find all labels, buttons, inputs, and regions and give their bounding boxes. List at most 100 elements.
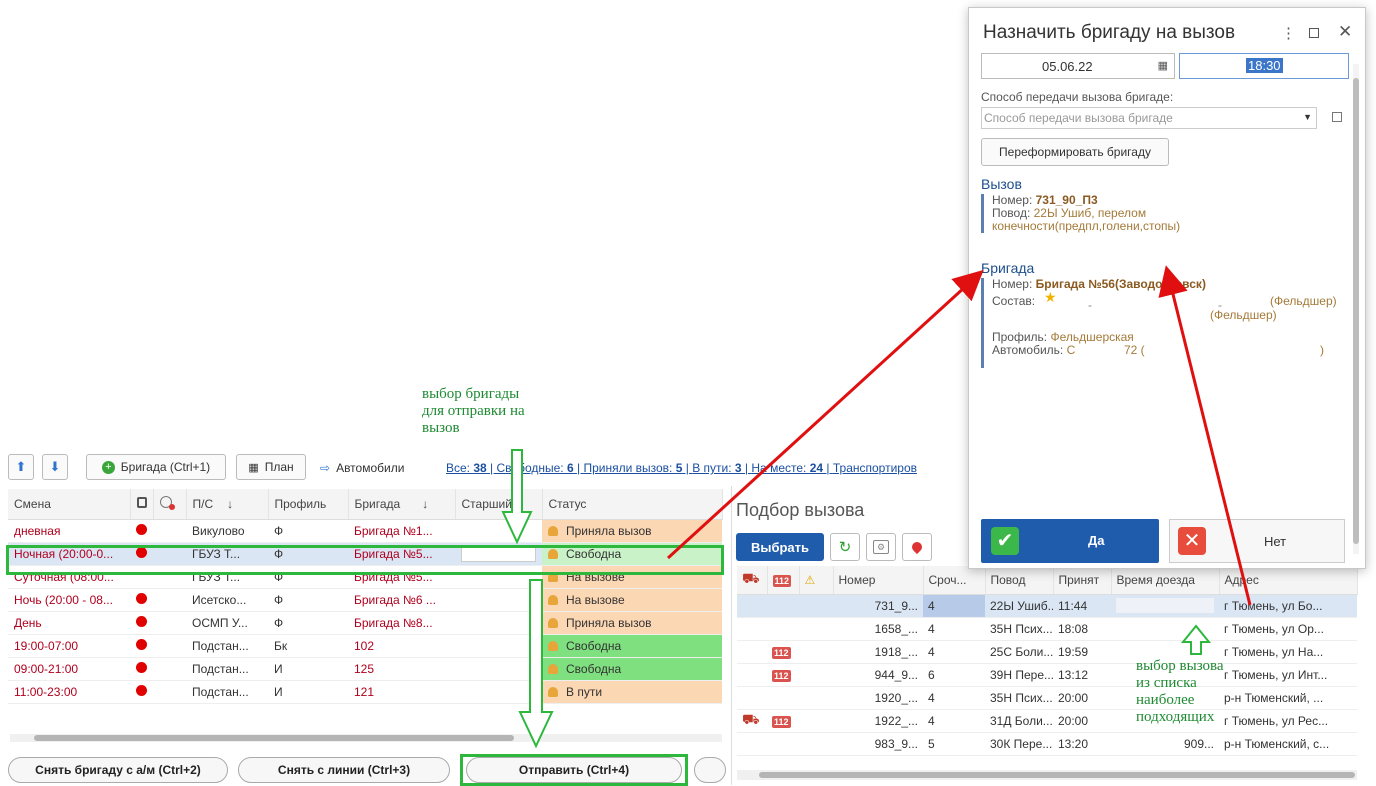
add-brigade-button[interactable]: + Бригада (Ctrl+1) bbox=[86, 454, 226, 480]
settings-button[interactable]: ⚙ bbox=[866, 533, 896, 561]
table-row[interactable]: 11:00-23:00 Подстан... И 121 В пути bbox=[8, 680, 722, 704]
calendar-icon[interactable]: ▦ bbox=[1158, 59, 1168, 72]
remove-from-car-button[interactable]: Снять бригаду с а/м (Ctrl+2) bbox=[8, 757, 228, 783]
dialog-scrollbar-thumb[interactable] bbox=[1353, 78, 1359, 544]
warning-cell bbox=[799, 594, 833, 618]
refresh-icon: ↻ bbox=[838, 539, 852, 556]
remove-from-line-button[interactable]: Снять с линии (Ctrl+3) bbox=[238, 757, 450, 783]
brigade-info: Номер: Бригада №56(Заводоуковск) Состав:… bbox=[981, 278, 1348, 368]
move-down-button[interactable]: ⬇ bbox=[42, 454, 68, 480]
star-icon: ★ bbox=[1044, 289, 1057, 305]
call-row[interactable]: ⛟ 112 1922_... 4 31Д Боли... 20:00 г Тюмень, у… bbox=[737, 709, 1357, 733]
brigade-section-title: Бригада bbox=[981, 260, 1035, 276]
date-field[interactable]: 05.06.22 ▦ bbox=[981, 53, 1175, 79]
col-senior[interactable]: Старший bbox=[455, 489, 543, 520]
plan-button[interactable]: ▦ План bbox=[236, 454, 306, 480]
shift-cell: 11:00-23:00 bbox=[8, 680, 130, 704]
urgency-cell: 6 bbox=[923, 663, 985, 687]
profile-cell: Ф bbox=[268, 519, 348, 543]
main-scrollbar[interactable] bbox=[10, 734, 722, 742]
col-warning[interactable]: ⚠ bbox=[799, 566, 834, 595]
status-cell: Приняла вызов bbox=[542, 519, 722, 543]
urgency-cell: 4 bbox=[923, 640, 985, 664]
call-row[interactable]: 112 944_9... 6 39Н Пере... 13:12 г Тюмень, ул… bbox=[737, 663, 1357, 687]
no-button[interactable]: ✕ Нет bbox=[1169, 519, 1345, 563]
call-row[interactable]: 983_9... 5 30К Пере... 13:20 909... р-н Тюмен… bbox=[737, 732, 1357, 756]
col-profile[interactable]: Профиль bbox=[268, 489, 349, 520]
col-112[interactable]: 112 bbox=[767, 566, 800, 595]
main-scrollbar-thumb[interactable] bbox=[34, 735, 514, 741]
alarm-cell bbox=[153, 519, 186, 543]
dialog-close-button[interactable]: ✕ bbox=[1338, 22, 1352, 42]
filter-all[interactable]: Все: 38 bbox=[446, 461, 487, 475]
col-device[interactable] bbox=[130, 489, 154, 520]
col-reason[interactable]: Повод bbox=[985, 566, 1054, 595]
filter-on-way[interactable]: В пути: 3 bbox=[692, 461, 741, 475]
urgency-cell: 4 bbox=[923, 709, 985, 733]
accepted-cell: 18:08 bbox=[1053, 617, 1111, 641]
calls-scrollbar[interactable] bbox=[737, 770, 1357, 780]
map-button[interactable] bbox=[902, 533, 932, 561]
tractor-cell bbox=[737, 686, 767, 710]
dialog-scrollbar[interactable] bbox=[1353, 64, 1359, 554]
move-up-button[interactable]: ⬆ bbox=[8, 454, 34, 480]
tractor-cell bbox=[737, 640, 767, 664]
filter-free[interactable]: Свободные: 6 bbox=[497, 461, 574, 475]
cars-button[interactable]: ⇨ Автомобили bbox=[320, 461, 404, 475]
table-row[interactable]: Ночь (20:00 - 08... Исетско... Ф Бригада №6… bbox=[8, 588, 722, 612]
col-accepted[interactable]: Принят bbox=[1053, 566, 1112, 595]
tractor-cell bbox=[737, 732, 767, 756]
filter-transport[interactable]: Транспортиров bbox=[833, 461, 917, 475]
col-urgency[interactable]: Сроч... bbox=[923, 566, 986, 595]
call-row[interactable]: 112 1918_... 4 25С Боли... 19:59 г Тюмень, ул… bbox=[737, 640, 1357, 664]
warning-cell bbox=[799, 640, 833, 664]
yes-button[interactable]: ✔ Да bbox=[981, 519, 1159, 563]
col-tractor[interactable]: ⛟ bbox=[737, 566, 768, 595]
col-number[interactable]: Номер bbox=[833, 566, 924, 595]
tractor-icon: ⛟ bbox=[742, 711, 760, 727]
time-field[interactable]: 18:30 bbox=[1179, 53, 1349, 79]
calls-scrollbar-thumb[interactable] bbox=[759, 772, 1355, 778]
accepted-cell: 19:59 bbox=[1053, 640, 1111, 664]
call-row[interactable]: 1920_... 4 35Н Псих... 20:00 р-н Тюменский, … bbox=[737, 686, 1357, 710]
col-travel-time[interactable]: Время доезда bbox=[1111, 566, 1220, 595]
col-shift[interactable]: Смена bbox=[8, 489, 131, 520]
more-button[interactable] bbox=[694, 757, 726, 783]
table-row[interactable]: 09:00-21:00 Подстан... И 125 Свободна bbox=[8, 657, 722, 681]
table-row[interactable]: дневная Викулово Ф Бригада №1... Приняла выз… bbox=[8, 519, 722, 543]
refresh-button[interactable]: ↻ bbox=[830, 533, 860, 561]
address-cell: г Тюмень, ул Ор... bbox=[1219, 617, 1357, 641]
warning-cell bbox=[799, 732, 833, 756]
select-call-button[interactable]: Выбрать bbox=[736, 533, 824, 561]
tractor-cell bbox=[737, 663, 767, 687]
filter-on-site[interactable]: На месте: 24 bbox=[751, 461, 823, 475]
col-status[interactable]: Статус bbox=[542, 489, 723, 520]
device-cell bbox=[130, 680, 153, 704]
col-address[interactable]: Адрес bbox=[1219, 566, 1358, 595]
col-ps[interactable]: П/С ↓ bbox=[186, 489, 269, 520]
dialog-maximize-button[interactable] bbox=[1309, 28, 1319, 38]
table-row[interactable]: День ОСМП У... Ф Бригада №8... Приняла вызов bbox=[8, 611, 722, 635]
senior-cell bbox=[455, 519, 542, 543]
chevron-down-icon[interactable]: ▼ bbox=[1303, 112, 1312, 122]
call-row[interactable]: 731_9... 4 22Ы Ушиб... 11:44 г Тюмень, ул Бо… bbox=[737, 594, 1357, 618]
number-cell: 1918_... bbox=[833, 640, 923, 664]
col-alarm[interactable] bbox=[153, 489, 187, 520]
method-label: Способ передачи вызова бригаде: bbox=[981, 90, 1174, 104]
profile-cell: Бк bbox=[268, 634, 348, 658]
filter-accepted[interactable]: Приняли вызов: 5 bbox=[583, 461, 682, 475]
warning-cell bbox=[799, 686, 833, 710]
brigade-choice-annotation: выбор бригады для отправки на вызов bbox=[422, 386, 525, 436]
dialog-menu-button[interactable]: ⋮ bbox=[1281, 24, 1296, 42]
open-window-icon[interactable] bbox=[1332, 112, 1342, 122]
number-cell: 1920_... bbox=[833, 686, 923, 710]
table-row[interactable]: 19:00-07:00 Подстан... Бк 102 Свободна bbox=[8, 634, 722, 658]
method-select[interactable]: Способ передачи вызова бригаде ▼ bbox=[981, 107, 1317, 129]
person-icon bbox=[548, 525, 558, 536]
col-brigade[interactable]: Бригада ↓ bbox=[348, 489, 456, 520]
call-row[interactable]: 1658_... 4 35Н Псих... 18:08 г Тюмень, ул Ор… bbox=[737, 617, 1357, 641]
emergency-112-icon: 112 bbox=[772, 574, 792, 587]
status-dot-icon bbox=[136, 661, 147, 673]
emergency-cell bbox=[767, 617, 799, 641]
reform-brigade-button[interactable]: Переформировать бригаду bbox=[981, 138, 1169, 166]
